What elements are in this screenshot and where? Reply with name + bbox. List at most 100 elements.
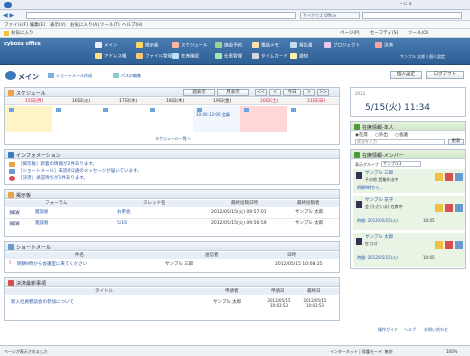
day-header-2[interactable]: 16日(火) [72,99,90,104]
member-note[interactable]: 明朝9時から... [357,185,383,190]
user-links[interactable]: サンプル 太郎 | 個人設定 [400,54,445,60]
bbs-forum[interactable]: 雑談板 [35,210,49,215]
nav-address[interactable]: アドレス帳 [95,53,127,60]
presence-option-meeting[interactable]: ○会議 [395,133,408,138]
mail-icon[interactable] [445,204,453,212]
member-card[interactable]: サンプル 花子 会 (ただいま) 在席中 時間: 2012/05/15(火) 1… [353,196,465,230]
app-logo[interactable]: cybozu office [4,41,41,47]
schedule-list-link[interactable]: スケジュール一覧へ [155,136,191,141]
member-name[interactable]: サンプル 花子 [365,198,393,203]
nav-schedule[interactable]: スケジュール [172,42,208,49]
approval-applicant[interactable]: サンプル 太郎 [213,300,241,305]
menu-item-file[interactable]: ファイル(F) [4,23,28,28]
day-header-6[interactable]: 20日(土) [260,99,278,104]
nav-todo[interactable]: 仕事管理 [215,53,242,60]
member-card[interactable]: サンプル 三郎 その他 営業外出中 明朝9時から... [353,169,465,193]
member-note[interactable]: 時間: 2012/05/15(火) [357,255,398,260]
nav-main[interactable]: メイン [95,42,118,49]
nav-file[interactable]: ファイル管理 [136,53,172,60]
approval-title-link[interactable]: 新入社員懇談会の参加について [11,300,74,305]
mail-icon[interactable] [445,173,453,181]
memo-icon[interactable] [435,204,443,212]
browser-search-input[interactable] [362,12,462,19]
member-card[interactable]: サンプル 太郎 在 (ロ) 時間: 2012/05/15(火) 10:05 [353,233,465,267]
add-event-icon[interactable] [150,108,155,112]
bbs-author[interactable]: サンプル 太郎 [295,221,323,226]
nav-facility[interactable]: 施設予約 [215,42,242,49]
menu-item-tools[interactable]: ツール(T) [100,23,120,28]
group-select[interactable]: サンプル1 [381,161,421,167]
phone-icon[interactable] [455,241,463,249]
favorites-star-icon[interactable] [4,31,9,36]
mail-subject[interactable]: 明朝9時から会議室に来てください [17,262,87,267]
add-event-icon[interactable] [103,108,108,112]
info-item-mail[interactable]: ［ショートメール］未読の2通のメッセージが届いています。 [18,169,142,174]
prev-day-button[interactable]: < [269,89,281,96]
day-header-1[interactable]: 15日(月) [25,99,43,104]
day-header-3[interactable]: 17日(水) [119,99,137,104]
nav-bbs[interactable]: 掲示板 [136,42,159,49]
bbs-thread[interactable]: お茶会 [117,210,131,215]
add-event-icon[interactable] [9,108,14,112]
day-header-4[interactable]: 18日(木) [166,99,184,104]
presence-option-out[interactable]: ○外出 [375,133,388,138]
zoom-level[interactable]: 100% [446,349,457,354]
table-row[interactable]: NEW 雑談板 5/16 2012/05/15(火) 09:56:59 サンプル… [5,219,339,229]
memo-icon[interactable] [435,241,443,249]
member-note[interactable]: 時間: 2012/05/15(火) [357,218,398,223]
logout-button[interactable]: ログアウト [426,71,464,79]
member-name[interactable]: サンプル 三郎 [365,171,393,176]
week-view-button[interactable]: 週表示 [183,89,215,96]
mail-icon[interactable] [445,241,453,249]
memo-icon[interactable] [435,173,443,181]
phone-icon[interactable] [455,173,463,181]
footer-link-guide[interactable]: 操作ガイド [378,327,398,332]
browser-tab[interactable]: サイボウズ Office [300,12,360,19]
favorites-label[interactable]: お気に入り [11,31,34,36]
presence-update-button[interactable]: 更新 [448,139,464,145]
add-event-icon[interactable] [244,108,249,112]
next-day-button[interactable]: > [303,89,315,96]
page-menu[interactable]: ページ(P) [340,31,360,36]
schedule-event[interactable]: 10:00-12:00 会議 [196,112,230,117]
add-event-icon[interactable] [291,108,296,112]
back-forward-icon[interactable]: ◀ ▶ [3,12,14,19]
bbs-thread[interactable]: 5/16 [117,221,127,226]
safety-menu[interactable]: セーフティ(S) [370,31,398,36]
info-item-approval[interactable]: ［決済］承認待ちが1件あります。 [18,176,88,181]
prev-week-button[interactable]: << [255,89,267,96]
menu-item-edit[interactable]: 編集(E) [30,23,45,28]
nav-project[interactable]: プロジェクト [324,42,360,49]
menu-item-favorites[interactable]: お気に入り(A) [70,23,99,28]
next-week-button[interactable]: >> [317,89,329,96]
tools-menu[interactable]: ツール(O) [408,31,429,36]
menu-item-help[interactable]: ヘルプ(H) [122,23,142,28]
bbs-forum[interactable]: 雑談板 [35,221,49,226]
footer-link-contact[interactable]: お問い合わせ [424,327,448,332]
table-row[interactable]: ! 明朝9時から会議室に来てください サンプル 三郎 2012/05/15 10… [5,260,339,270]
day-header-5[interactable]: 19日(金) [213,99,231,104]
nav-notify[interactable]: 通知 [290,53,308,60]
table-row[interactable]: 新入社員懇談会の参加について サンプル 太郎 2012/05/15 10:03:… [5,296,339,312]
mail-sender[interactable]: サンプル 三郎 [165,262,193,267]
day-header-7[interactable]: 21日(日) [307,99,325,104]
presence-option-in[interactable]: ◉在席 [355,133,368,138]
address-input[interactable] [26,12,296,19]
personal-settings-button[interactable]: 個人設定 [390,71,422,79]
bbs-author[interactable]: サンプル 太郎 [295,210,323,215]
table-row[interactable]: NEW 雑談板 お茶会 2012/05/15(火) 09:57:01 サンプル … [5,208,339,218]
nav-presence[interactable]: 在席確認 [172,53,199,60]
today-button[interactable]: 今日 [283,89,301,96]
menu-item-view[interactable]: 表示(V) [50,23,66,28]
shortmail-compose-link[interactable]: ショートメール作成 [56,73,92,78]
nav-phone-memo[interactable]: 電話メモ [252,42,279,49]
member-name[interactable]: サンプル 太郎 [365,235,393,240]
path-edit-link[interactable]: パスの編集 [121,73,141,78]
footer-link-help[interactable]: ヘルプ [404,327,416,332]
info-item-bbs[interactable]: ［掲示板］新着の情報が2件あります。 [18,162,97,167]
add-event-icon[interactable] [197,108,202,112]
presence-status-input[interactable]: 状況を入力 [355,139,445,145]
add-event-icon[interactable] [56,108,61,112]
phone-icon[interactable] [455,204,463,212]
window-controls[interactable]: ─ ☐ ✕ [400,1,412,6]
